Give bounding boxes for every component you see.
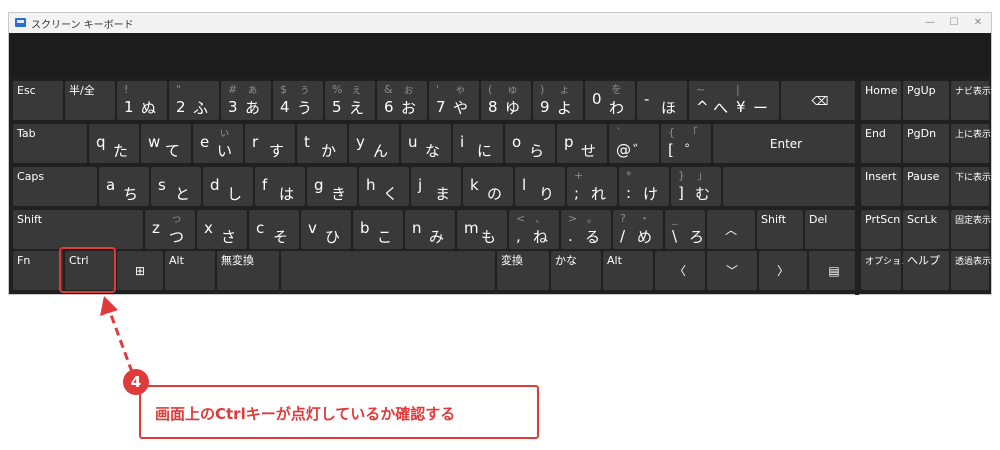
instruction-callout: 画面上のCtrlキーが点灯しているか確認する	[139, 385, 539, 439]
step-number-badge: 4	[123, 369, 149, 395]
callout-text: 画面上のCtrlキーが点灯しているか確認する	[155, 405, 456, 423]
arrow-head	[100, 296, 118, 316]
annotation-arrow	[100, 296, 134, 373]
arrow-shaft	[108, 311, 134, 373]
